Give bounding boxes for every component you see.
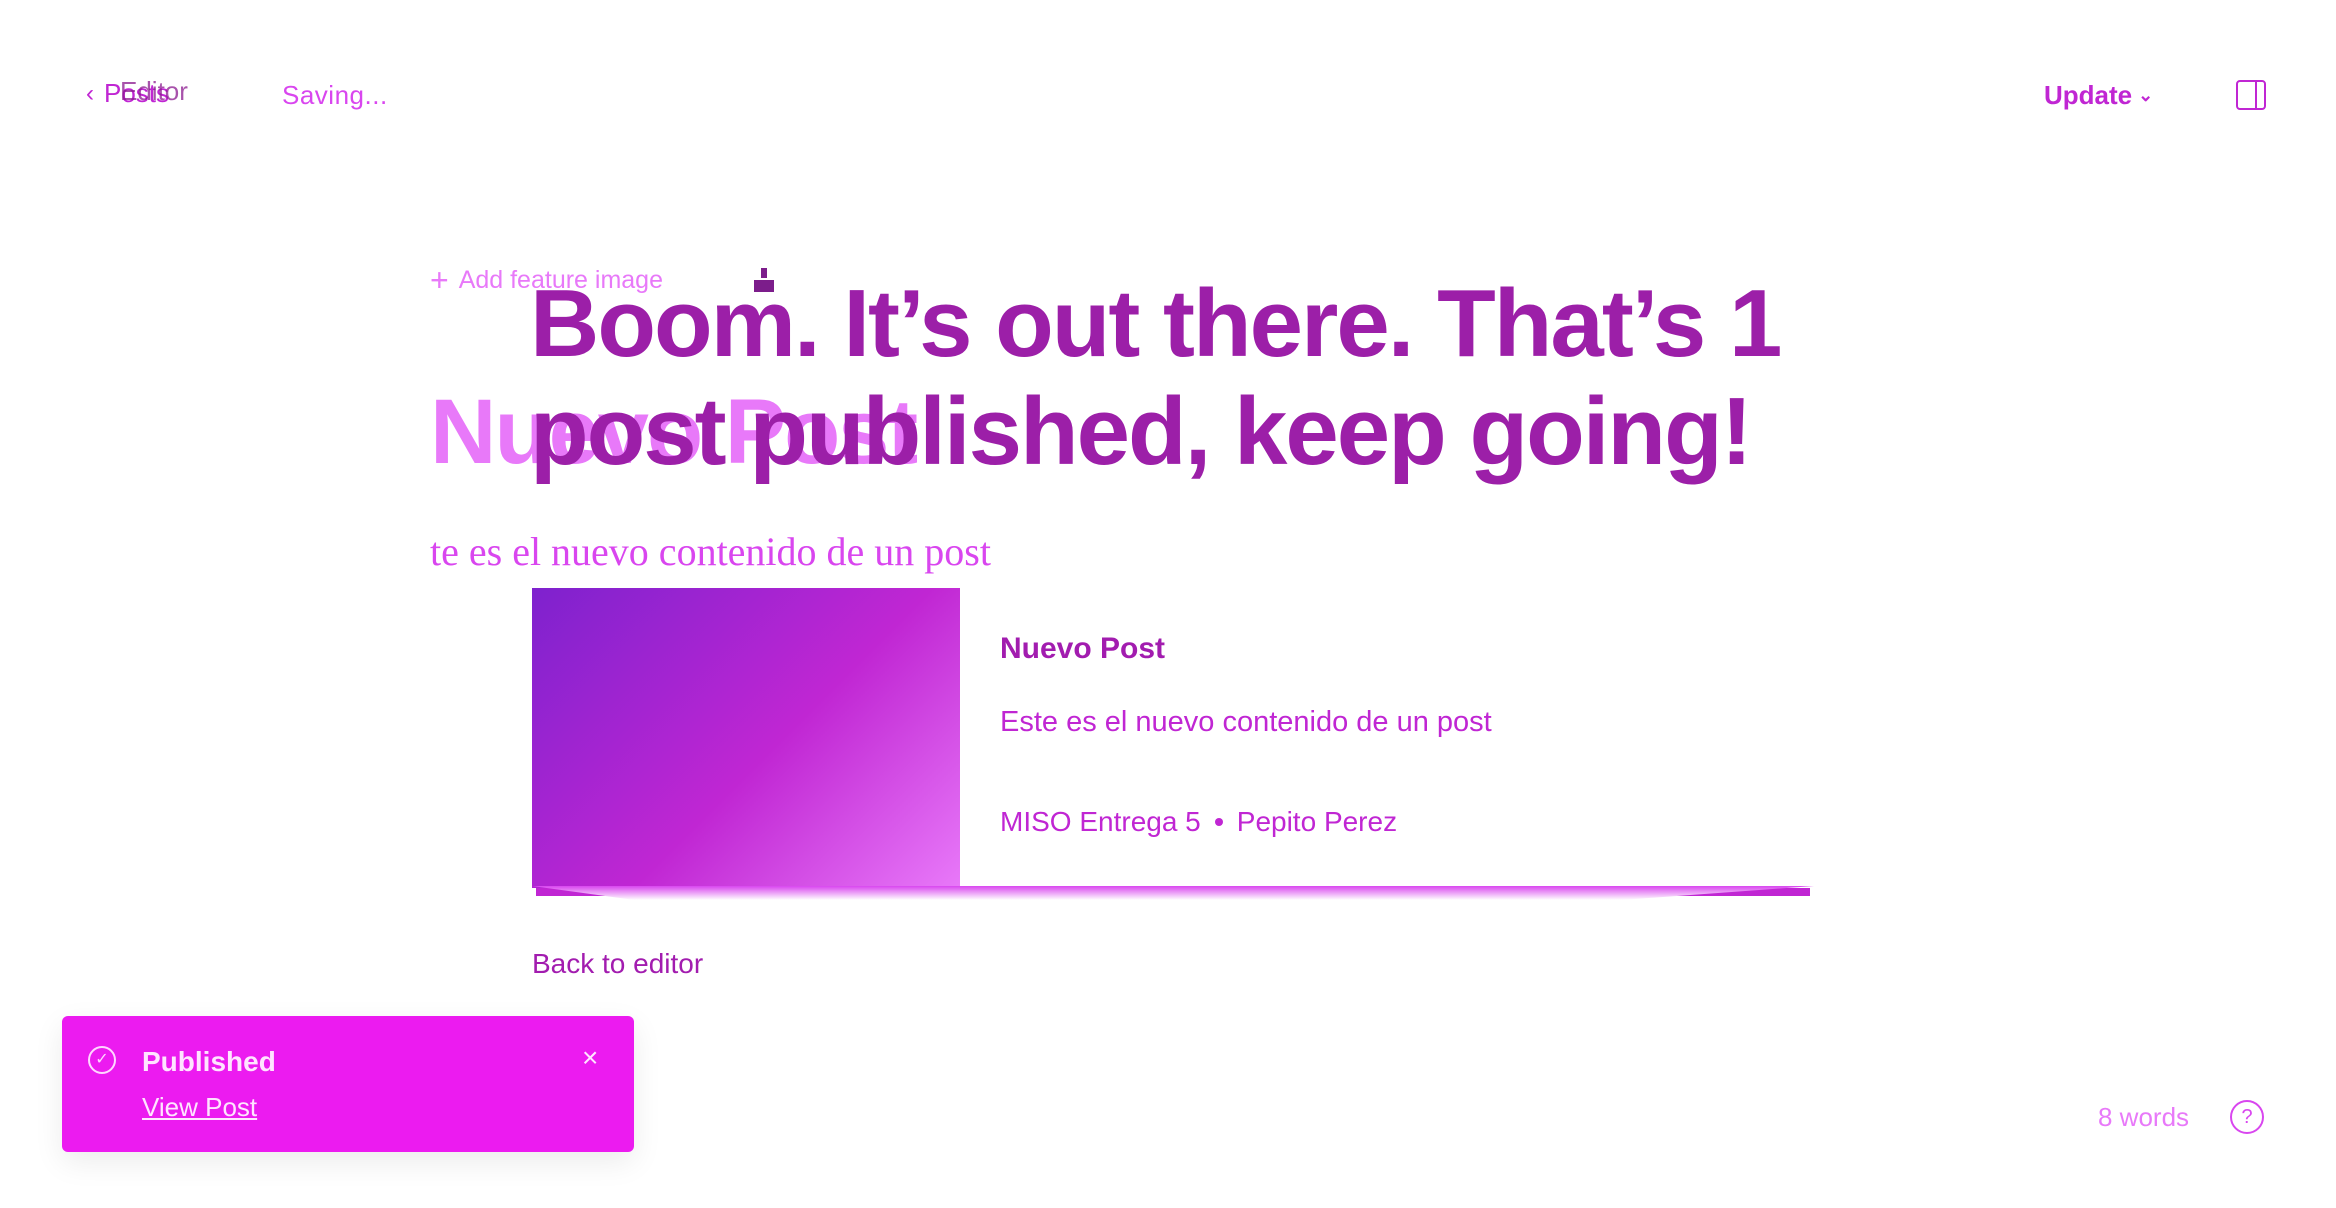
card-meta: MISO Entrega 5 Pepito Perez bbox=[1000, 806, 1397, 838]
separator-dot-icon bbox=[1214, 818, 1223, 826]
published-toast: ✓ Published View Post × bbox=[62, 1016, 634, 1152]
post-body[interactable]: te es el nuevo contenido de un post bbox=[430, 528, 991, 575]
close-icon[interactable]: × bbox=[582, 1042, 598, 1074]
card-excerpt: Este es el nuevo contenido de un post bbox=[1000, 706, 1492, 738]
word-count: 8 words bbox=[2098, 1102, 2190, 1132]
save-status: Saving... bbox=[282, 80, 388, 110]
update-button[interactable]: Update ⌄ bbox=[2044, 80, 2153, 111]
publish-headline: Boom. It’s out there. That’s 1 post publ… bbox=[530, 270, 1830, 486]
card-shadow bbox=[532, 886, 1814, 900]
sidebar-toggle-icon[interactable] bbox=[2236, 80, 2266, 110]
plus-icon: + bbox=[430, 262, 449, 298]
view-post-link[interactable]: View Post bbox=[142, 1092, 257, 1123]
chevron-left-icon: ‹ bbox=[86, 79, 94, 107]
back-to-editor-button[interactable]: Back to editor bbox=[532, 948, 703, 980]
headline-line-2: post published, keep going! bbox=[530, 378, 1753, 485]
update-label: Update bbox=[2044, 80, 2133, 110]
card-title: Nuevo Post bbox=[1000, 632, 1166, 665]
help-icon[interactable]: ? bbox=[2230, 1100, 2264, 1134]
card-image bbox=[532, 588, 960, 888]
check-circle-icon: ✓ bbox=[88, 1046, 116, 1074]
editor-header: ‹ Posts Editor Saving... Update ⌄ bbox=[0, 0, 2336, 130]
post-preview-card[interactable]: Nuevo Post Este es el nuevo contenido de… bbox=[532, 588, 1814, 888]
chevron-down-icon: ⌄ bbox=[2138, 85, 2154, 105]
toast-title: Published bbox=[142, 1046, 276, 1077]
editor-label: Editor bbox=[120, 76, 188, 106]
card-site: MISO Entrega 5 bbox=[1000, 806, 1201, 837]
card-author: Pepito Perez bbox=[1236, 806, 1398, 837]
headline-line-1: Boom. It’s out there. That’s 1 bbox=[530, 270, 1782, 377]
